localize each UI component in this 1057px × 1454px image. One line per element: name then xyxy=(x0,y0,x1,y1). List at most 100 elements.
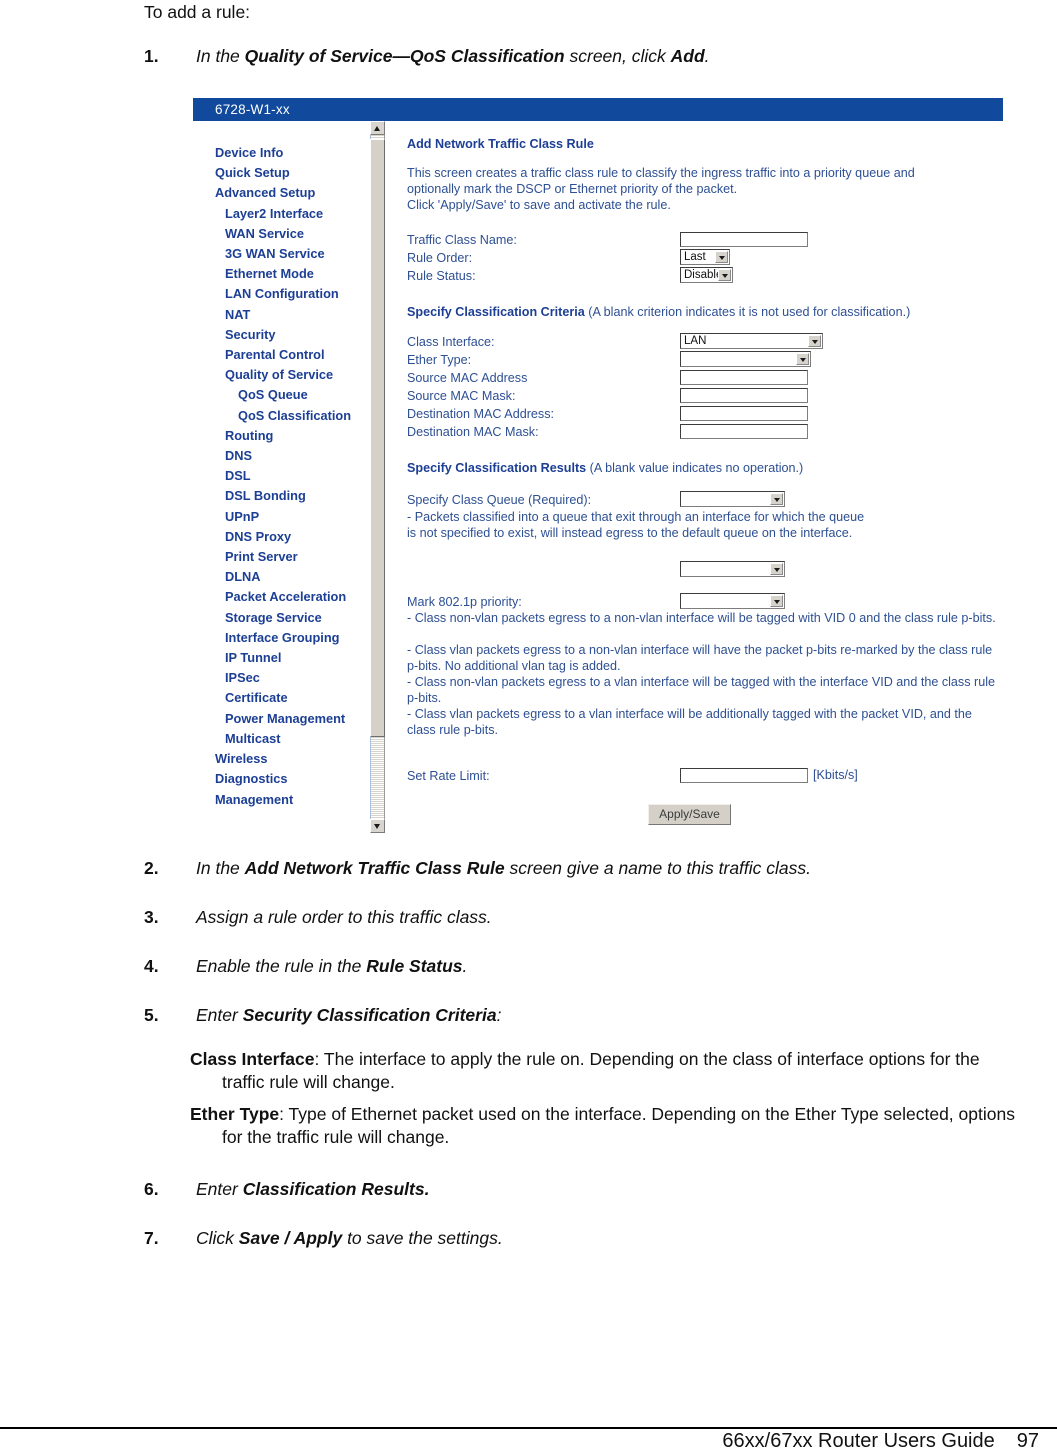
destination-mac-mask-label: Destination MAC Mask: xyxy=(407,425,539,439)
sidebar-item-dns-proxy[interactable]: DNS Proxy xyxy=(193,527,368,547)
apply-save-button[interactable]: Apply/Save xyxy=(648,804,731,825)
class-interface-select[interactable]: LAN xyxy=(680,333,823,349)
content-intro-line-2: optionally mark the DSCP or Ethernet pri… xyxy=(407,182,738,196)
step-number: 1. xyxy=(144,46,159,66)
ether-type-label: Ether Type: xyxy=(407,353,472,367)
sidebar-item-diagnostics[interactable]: Diagnostics xyxy=(193,769,368,789)
footer-title: 66xx/67xx Router Users Guide xyxy=(722,1430,995,1452)
step-4: 4. Enable the rule in the Rule Status. xyxy=(144,956,467,977)
sidebar-item-lan-configuration[interactable]: LAN Configuration xyxy=(193,284,368,304)
sidebar-item-routing[interactable]: Routing xyxy=(193,426,368,446)
sidebar-item-ip-tunnel[interactable]: IP Tunnel xyxy=(193,648,368,668)
sidebar-item-quick-setup[interactable]: Quick Setup xyxy=(193,163,368,183)
sidebar-item-upnp[interactable]: UPnP xyxy=(193,507,368,527)
router-ui-screenshot: 6728-W1-xx Device Info Quick Setup Advance… xyxy=(193,98,1003,833)
step-number: 6. xyxy=(144,1179,159,1199)
sidebar-item-packet-acceleration[interactable]: Packet Acceleration xyxy=(193,587,368,607)
footer: 66xx/67xx Router Users Guide 97 xyxy=(722,1430,1039,1453)
traffic-class-name-label: Traffic Class Name: xyxy=(407,233,517,247)
rate-limit-unit-label: [Kbits/s] xyxy=(813,768,858,782)
chevron-down-icon[interactable] xyxy=(718,269,731,281)
step-6: 6. Enter Classification Results. xyxy=(144,1179,429,1200)
sidebar-item-layer2-interface[interactable]: Layer2 Interface xyxy=(193,204,368,224)
p-bits-note-3: - Class non-vlan packets egress to a vla… xyxy=(407,675,996,706)
dscp-mark-select[interactable] xyxy=(680,561,785,577)
chevron-down-icon[interactable] xyxy=(770,563,783,575)
step-text: Assign a rule order to this traffic clas… xyxy=(196,907,492,927)
rule-order-select[interactable]: Last xyxy=(680,249,730,265)
traffic-class-name-input[interactable] xyxy=(680,232,808,247)
chevron-down-icon[interactable] xyxy=(796,353,809,365)
content-page-title: Add Network Traffic Class Rule xyxy=(407,137,594,151)
sidebar-item-qos-queue[interactable]: QoS Queue xyxy=(193,385,368,405)
source-mac-address-label: Source MAC Address xyxy=(407,371,528,385)
step-number: 3. xyxy=(144,907,159,927)
criteria-heading-bold: Specify Classification Criteria xyxy=(407,305,585,319)
definition-term: Ether Type xyxy=(190,1104,280,1124)
sidebar-item-multicast[interactable]: Multicast xyxy=(193,729,368,749)
sidebar-item-nat[interactable]: NAT xyxy=(193,305,368,325)
scrollbar-thumb[interactable] xyxy=(370,139,385,737)
sidebar-scrollbar[interactable] xyxy=(366,121,388,833)
sidebar-item-dns[interactable]: DNS xyxy=(193,446,368,466)
sidebar-item-ethernet-mode[interactable]: Ethernet Mode xyxy=(193,264,368,284)
destination-mac-address-input[interactable] xyxy=(680,406,808,421)
criteria-heading-note: (A blank criterion indicates it is not u… xyxy=(584,305,911,319)
class-queue-label: Specify Class Queue (Required): xyxy=(407,493,592,507)
sidebar-item-device-info[interactable]: Device Info xyxy=(193,143,368,163)
sidebar-item-management[interactable]: Management xyxy=(193,790,368,810)
sidebar-item-security[interactable]: Security xyxy=(193,325,368,345)
sidebar-item-dlna[interactable]: DLNA xyxy=(193,567,368,587)
results-heading-bold: Specify Classification Results xyxy=(407,461,587,475)
p-bits-note-1: - Class non-vlan packets egress to a non… xyxy=(407,611,996,625)
sidebar-item-storage-service[interactable]: Storage Service xyxy=(193,608,368,628)
results-heading: Specify Classification Results (A blank … xyxy=(407,461,803,475)
chevron-down-icon[interactable] xyxy=(715,251,728,263)
sidebar-item-dsl-bonding[interactable]: DSL Bonding xyxy=(193,486,368,506)
sidebar-item-power-management[interactable]: Power Management xyxy=(193,709,368,729)
source-mac-mask-input[interactable] xyxy=(680,388,808,403)
source-mac-address-input[interactable] xyxy=(680,370,808,385)
router-content-pane: Add Network Traffic Class Rule This scre… xyxy=(389,121,1003,833)
step-text: Enable the rule in the Rule Status. xyxy=(196,956,468,976)
sidebar-item-wireless[interactable]: Wireless xyxy=(193,749,368,769)
sidebar-item-ipsec[interactable]: IPSec xyxy=(193,668,368,688)
sidebar-item-dsl[interactable]: DSL xyxy=(193,466,368,486)
step-number: 4. xyxy=(144,956,159,976)
set-rate-limit-input[interactable] xyxy=(680,768,808,783)
mark-8021p-priority-label: Mark 802.1p priority: xyxy=(407,595,522,609)
content-intro-line-1: This screen creates a traffic class rule… xyxy=(407,166,915,180)
destination-mac-mask-input[interactable] xyxy=(680,424,808,439)
chevron-down-icon[interactable] xyxy=(808,335,821,347)
sidebar-item-qos-classification[interactable]: QoS Classification xyxy=(193,406,368,426)
chevron-down-icon[interactable] xyxy=(770,595,783,607)
sidebar-item-certificate[interactable]: Certificate xyxy=(193,688,368,708)
step-number: 5. xyxy=(144,1005,159,1025)
step-text: In the Quality of Service—QoS Classifica… xyxy=(196,46,710,66)
class-queue-select[interactable] xyxy=(680,491,785,507)
sidebar-item-parental-control[interactable]: Parental Control xyxy=(193,345,368,365)
sidebar-item-advanced-setup[interactable]: Advanced Setup xyxy=(193,183,368,203)
rule-status-value: Disable xyxy=(684,269,723,281)
class-queue-note-2: is not specified to exist, will instead … xyxy=(407,526,853,540)
page-number: 97 xyxy=(1016,1430,1039,1452)
rule-status-select[interactable]: Disable xyxy=(680,267,733,283)
mark-8021p-priority-select[interactable] xyxy=(680,593,785,609)
definition-class-interface: Class Interface: The interface to apply … xyxy=(190,1048,1020,1095)
sidebar-item-quality-of-service[interactable]: Quality of Service xyxy=(193,365,368,385)
class-interface-value: LAN xyxy=(684,335,707,347)
sidebar-item-wan-service[interactable]: WAN Service xyxy=(193,224,368,244)
scroll-down-arrow-icon[interactable] xyxy=(370,819,385,833)
definition-term: Class Interface xyxy=(190,1049,315,1069)
scroll-up-arrow-icon[interactable] xyxy=(370,121,385,135)
chevron-down-icon[interactable] xyxy=(770,493,783,505)
class-interface-label: Class Interface: xyxy=(407,335,495,349)
sidebar-item-interface-grouping[interactable]: Interface Grouping xyxy=(193,628,368,648)
step-3: 3. Assign a rule order to this traffic cl… xyxy=(144,907,492,928)
step-7: 7. Click Save / Apply to save the setting… xyxy=(144,1228,503,1249)
sidebar-item-print-server[interactable]: Print Server xyxy=(193,547,368,567)
source-mac-mask-label: Source MAC Mask: xyxy=(407,389,516,403)
step-5: 5. Enter Security Classification Criteria… xyxy=(144,1005,501,1026)
sidebar-item-3g-wan-service[interactable]: 3G WAN Service xyxy=(193,244,368,264)
ether-type-select[interactable] xyxy=(680,351,811,367)
